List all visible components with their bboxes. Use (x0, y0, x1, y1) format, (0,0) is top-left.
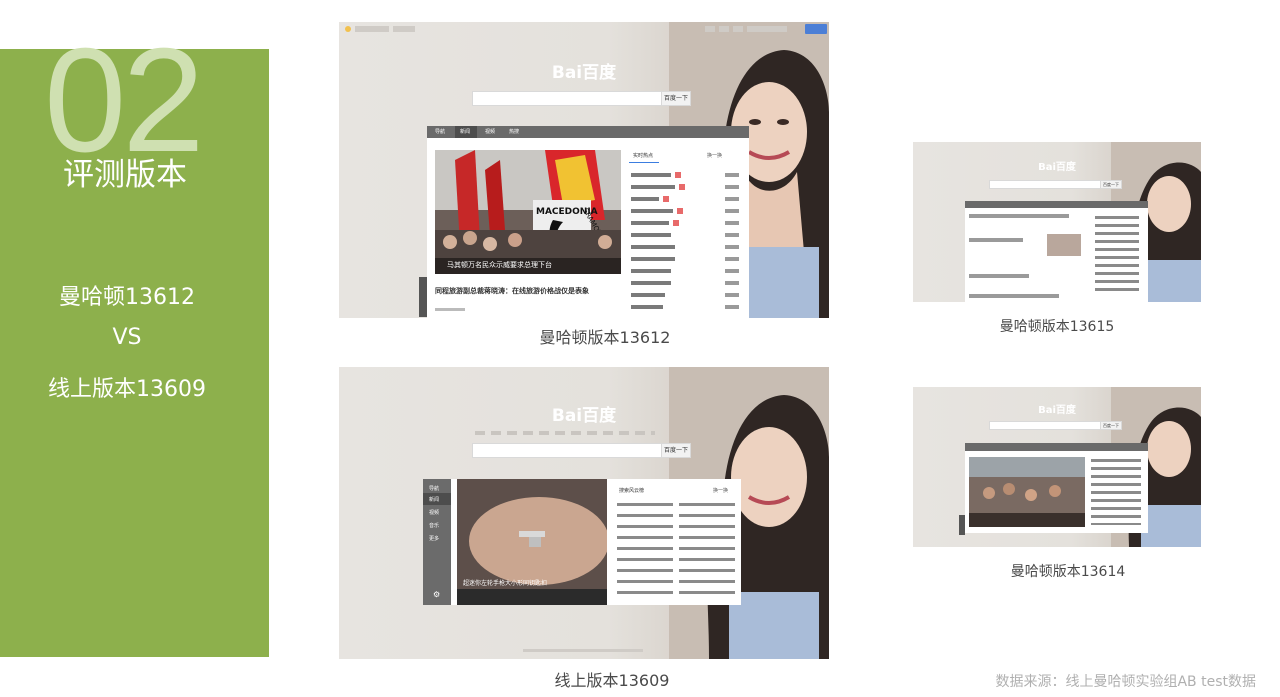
hot-title: 实时热点 (633, 153, 654, 159)
side-item-video[interactable]: 视频 (429, 509, 439, 516)
search-input[interactable] (472, 91, 662, 106)
version-a-label: 曼哈顿13612 (59, 285, 195, 310)
side-item-more[interactable]: 更多 (429, 535, 439, 542)
baidu-logo: Bai百度 (1038, 162, 1076, 173)
more-products-button[interactable] (805, 24, 827, 34)
nav-links[interactable] (475, 431, 655, 435)
version-b-label: 线上版本13609 (48, 377, 206, 402)
side-menu: 导航 新闻 视频 音乐 更多 ⚙ (423, 479, 451, 605)
news-photo[interactable] (969, 457, 1085, 527)
browser-topbar (339, 22, 829, 36)
news-thumb[interactable] (1047, 234, 1081, 256)
screenshot-13609: Bai百度 百度一下 导航 新闻 视频 音乐 更多 ⚙ 超迷你左轮手枪大小形同钥… (339, 367, 829, 659)
side-item-nav[interactable]: 导航 (429, 485, 439, 492)
refresh-link[interactable]: 换一换 (713, 487, 728, 494)
source-note: 数据来源：线上曼哈顿实验组AB test数据 (995, 674, 1256, 690)
news-photo-caption: 马其顿万名民众示威要求总理下台 (447, 261, 552, 269)
footer-links (523, 649, 643, 652)
weather-icon (345, 26, 351, 32)
protest-photo: MACEDONIA SRAMOTO (435, 150, 621, 274)
crowd-photo (969, 457, 1085, 527)
news-tabbar (965, 443, 1148, 451)
side-handle[interactable] (959, 515, 965, 535)
news-headline[interactable]: 同程旅游副总裁蒋晓涛：在线旅游价格战仅是表象 (435, 286, 589, 296)
baidu-logo: Bai百度 (551, 63, 617, 83)
search-button[interactable]: 百度一下 (1100, 421, 1122, 430)
news-panel: MACEDONIA SRAMOTO 马其顿万名民众示威要求总理下台 同程旅游副总… (427, 138, 749, 318)
news-panel (965, 208, 1148, 302)
vs-label: VS (112, 325, 142, 350)
news-photo[interactable]: MACEDONIA SRAMOTO 马其顿万名民众示威要求总理下台 (435, 150, 621, 274)
caption-13612: 曼哈顿版本13612 (539, 328, 671, 347)
search-button[interactable]: 百度一下 (1100, 180, 1122, 189)
screenshot-13615: Bai百度 百度一下 (913, 142, 1201, 302)
hot-list (631, 170, 739, 310)
news-tabbar (965, 201, 1148, 208)
search-input[interactable] (989, 421, 1101, 430)
hot-title: 搜索风云榜 (619, 488, 645, 494)
side-item-music[interactable]: 音乐 (429, 522, 439, 529)
search-button[interactable]: 百度一下 (661, 91, 691, 106)
caption-13615: 曼哈顿版本13615 (999, 319, 1115, 335)
screenshot-13614: Bai百度 百度一下 (913, 387, 1201, 547)
settings-icon[interactable]: ⚙ (433, 590, 440, 599)
baidu-logo: Bai百度 (551, 406, 617, 426)
search-input[interactable] (989, 180, 1101, 189)
hot-list-left (617, 503, 673, 599)
caption-13614: 曼哈顿版本13614 (1010, 564, 1126, 580)
section-panel: 02 评测版本 曼哈顿13612 VS 线上版本13609 (0, 27, 269, 657)
news-panel: 超迷你左轮手枪大小形同钥匙扣 搜索风云榜 换一换 (451, 479, 741, 605)
news-photo-caption: 超迷你左轮手枪大小形同钥匙扣 (463, 580, 548, 587)
hot-list (1091, 459, 1141, 525)
caption-13609: 线上版本13609 (554, 671, 670, 690)
news-photo[interactable]: 超迷你左轮手枪大小形同钥匙扣 (457, 479, 607, 605)
hot-list-right (679, 503, 735, 599)
tab-video[interactable]: 视频 (485, 126, 495, 138)
tab-news[interactable]: 新闻 (455, 126, 477, 138)
screenshot-13612: Bai百度 百度一下 导航 新闻 视频 热搜 MACEDONIA SRAMOTO (339, 22, 829, 318)
search-input[interactable] (472, 443, 662, 458)
side-handle[interactable] (419, 277, 427, 317)
baidu-logo: Bai百度 (1038, 405, 1076, 416)
search-button[interactable]: 百度一下 (661, 443, 691, 458)
side-item-news[interactable]: 新闻 (429, 496, 439, 503)
news-panel (965, 451, 1148, 533)
tab-hot[interactable]: 热搜 (509, 126, 519, 138)
news-tabbar: 导航 新闻 视频 热搜 (427, 126, 749, 138)
tab-nav[interactable]: 导航 (435, 126, 445, 138)
section-title: 评测版本 (63, 157, 187, 193)
refresh-link[interactable]: 换一换 (707, 152, 722, 159)
